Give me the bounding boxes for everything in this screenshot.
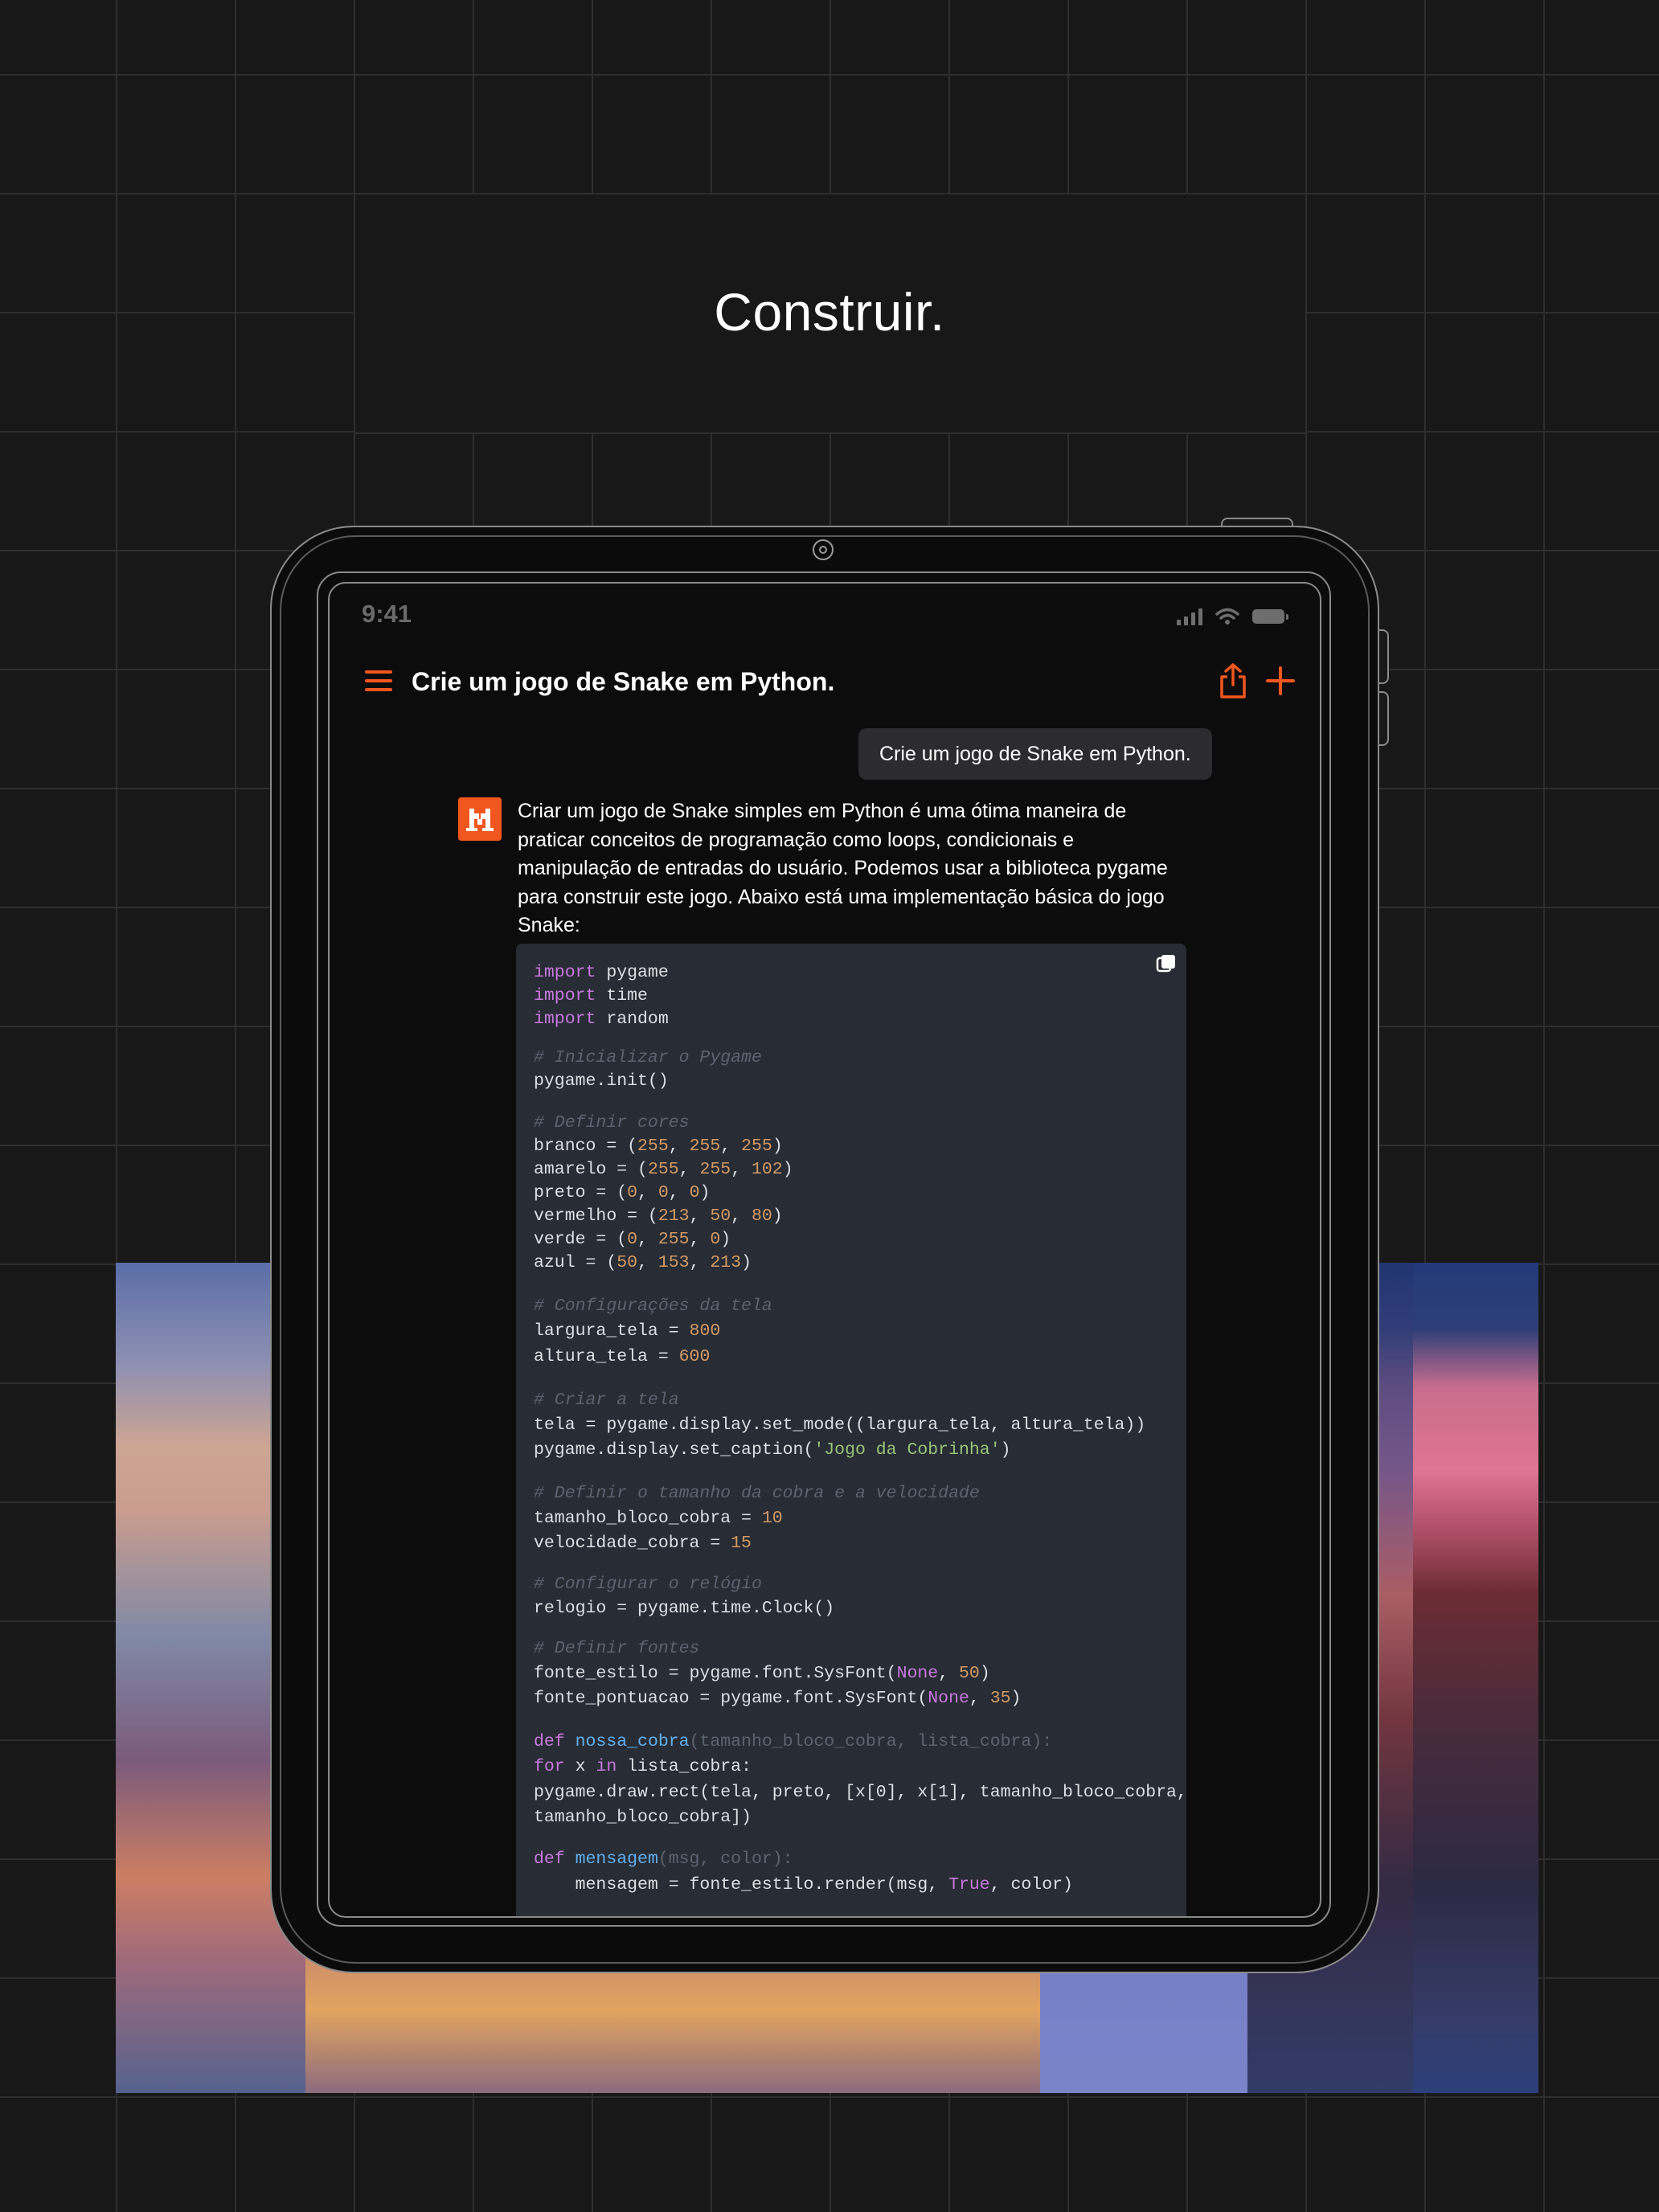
code-line: altura_tela = 600: [534, 1347, 711, 1366]
conversation-title: Crie um jogo de Snake em Python.: [412, 667, 835, 696]
code-line: def nossa_cobra(tamanho_bloco_cobra, lis…: [534, 1732, 1053, 1751]
code-comment: # Definir fontes: [534, 1639, 700, 1658]
code-line: fonte_estilo = pygame.font.SysFont(None,…: [534, 1664, 990, 1683]
device-volume-down-button: [1379, 691, 1389, 746]
code-line: import time: [534, 986, 648, 1006]
code-line: tela = pygame.display.set_mode((largura_…: [534, 1415, 1146, 1435]
code-line: import pygame: [534, 963, 669, 982]
headline: Construir.: [714, 282, 945, 342]
code-line: import random: [534, 1010, 669, 1029]
code-line: fonte_pontuacao = pygame.font.SysFont(No…: [534, 1689, 1022, 1708]
code-block: import pygame import time import random …: [516, 944, 1187, 1916]
code-line: def mensagem(msg, color):: [534, 1849, 793, 1869]
code-line: azul = (50, 153, 213): [534, 1253, 752, 1272]
code-line: amarelo = (255, 255, 102): [534, 1160, 793, 1179]
code-line: pygame.init(): [534, 1071, 669, 1091]
code-line: pygame.draw.rect(tela, preto, [x[0], x[1…: [534, 1783, 1187, 1802]
code-line: mensagem = fonte_estilo.render(msg, True…: [534, 1875, 1073, 1895]
code-comment: # Configurações da tela: [534, 1296, 772, 1316]
front-camera: [813, 539, 834, 560]
battery-icon: [1252, 609, 1288, 624]
code-comment: # Inicializar o Pygame: [534, 1048, 762, 1067]
device-volume-up-button: [1379, 629, 1389, 684]
user-message: Crie um jogo de Snake em Python.: [858, 728, 1212, 780]
hamburger-menu-icon[interactable]: [365, 670, 392, 691]
copy-icon[interactable]: [1156, 953, 1177, 974]
code-line: verde = (0, 255, 0): [534, 1230, 731, 1249]
code-line: pygame.display.set_caption('Jogo da Cobr…: [534, 1440, 1011, 1460]
code-line: vermelho = (213, 50, 80): [534, 1206, 783, 1226]
cellular-signal-icon: [1177, 608, 1202, 625]
code-comment: # Definir o tamanho da cobra e a velocid…: [534, 1484, 980, 1503]
share-icon[interactable]: [1219, 662, 1247, 699]
code-line: branco = (255, 255, 255): [534, 1137, 783, 1156]
tablet-screen: 9:41 Crie um jogo de Snake em Python. Cr…: [328, 582, 1321, 1918]
code-comment: # Definir cores: [534, 1113, 690, 1133]
code-comment: # Configurar o relógio: [534, 1575, 762, 1594]
assistant-message: Criar um jogo de Snake simples em Python…: [518, 800, 1168, 936]
plus-icon[interactable]: [1265, 666, 1296, 696]
code-line: relogio = pygame.time.Clock(): [534, 1599, 835, 1618]
code-line: velocidade_cobra = 15: [534, 1534, 752, 1553]
mistral-logo-icon: [458, 797, 502, 841]
code-line: largura_tela = 800: [534, 1321, 721, 1341]
code-comment: # Criar a tela: [534, 1391, 679, 1410]
status-time: 9:41: [362, 600, 412, 628]
code-line: tamanho_bloco_cobra = 10: [534, 1509, 783, 1528]
code-line: preto = (0, 0, 0): [534, 1183, 711, 1202]
wifi-icon: [1215, 608, 1239, 625]
status-icons: [1177, 608, 1288, 625]
code-line: tamanho_bloco_cobra]): [534, 1808, 752, 1827]
code-line: for x in lista_cobra:: [534, 1757, 752, 1776]
